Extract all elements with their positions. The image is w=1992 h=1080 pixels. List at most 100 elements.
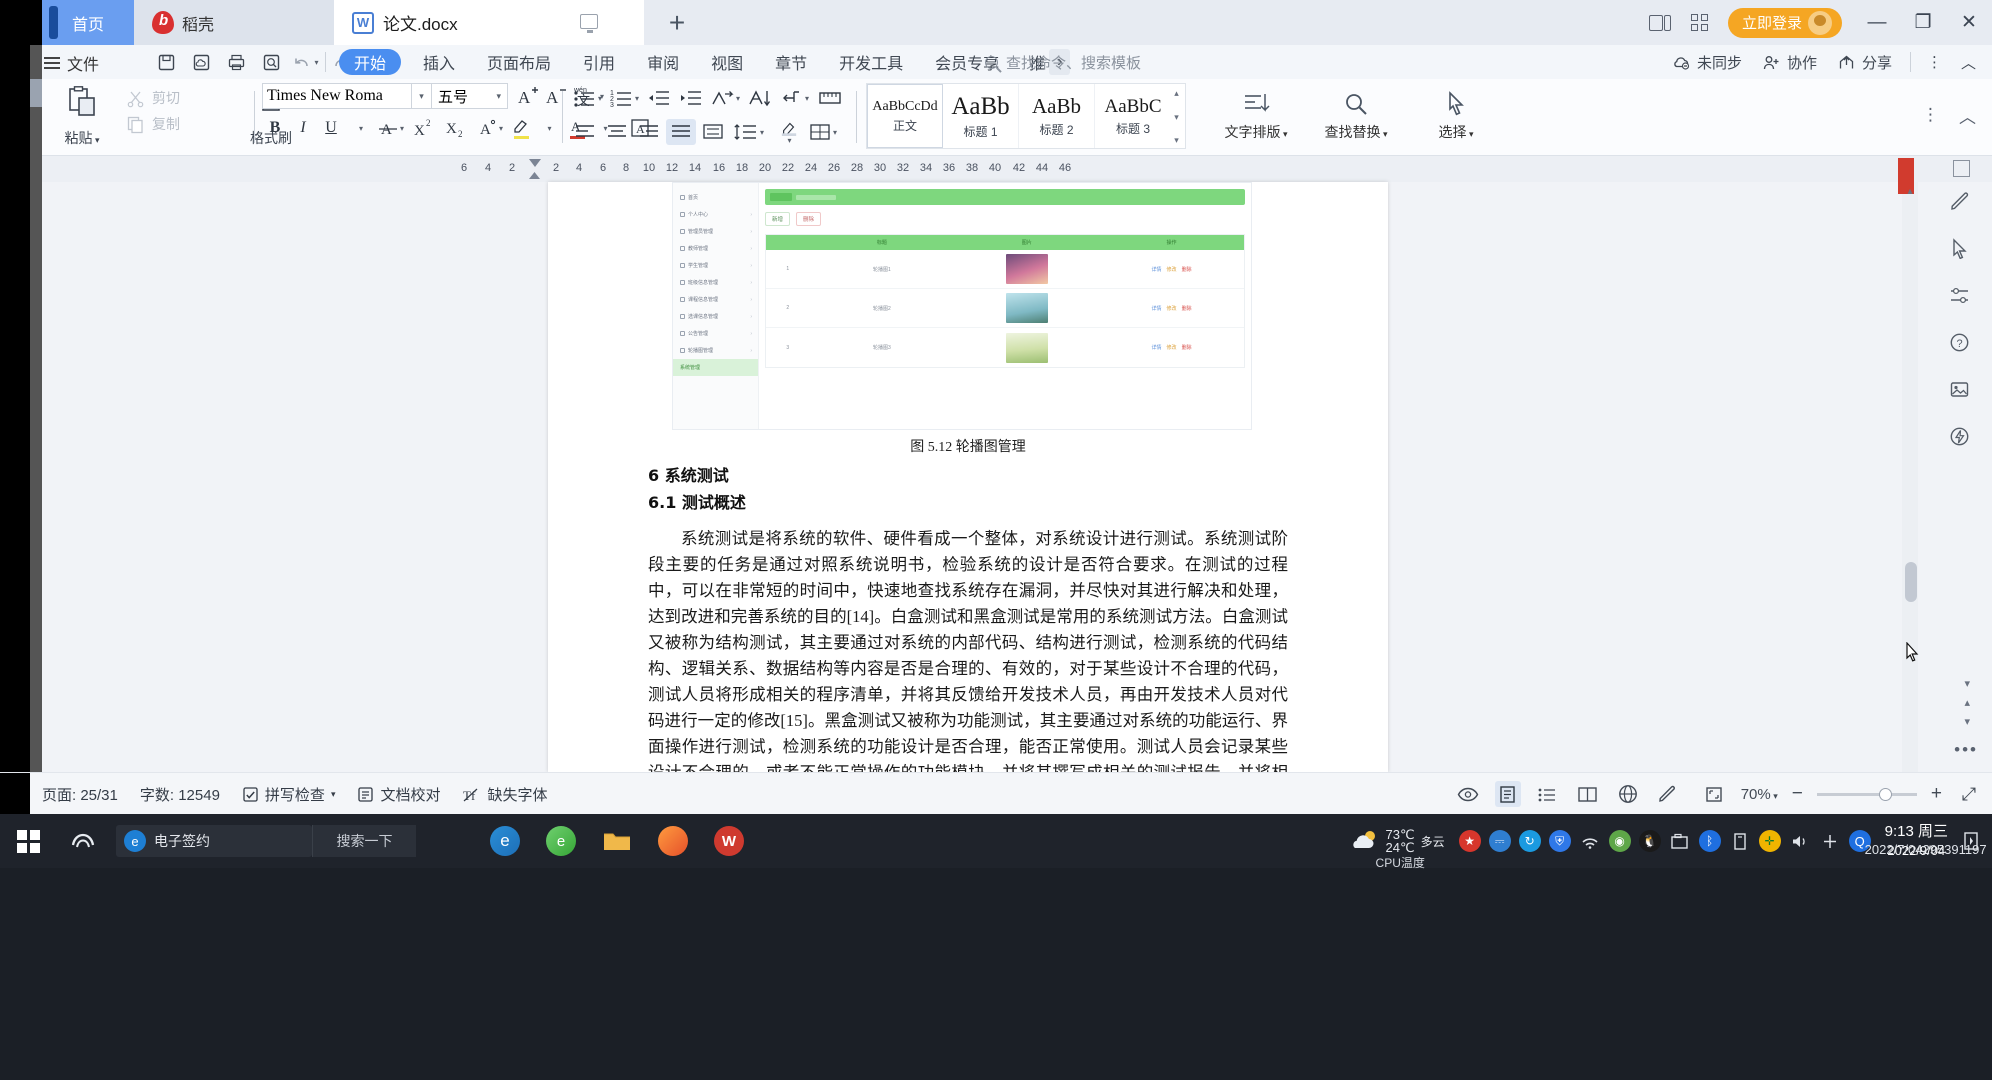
bluetooth-icon[interactable]: ᛒ xyxy=(1695,814,1725,868)
font-size-input[interactable]: 五号 ▾ xyxy=(432,83,508,109)
left-indent-marker[interactable] xyxy=(529,172,540,179)
font-family-input[interactable]: Times New Roma xyxy=(262,83,412,109)
weather-widget[interactable]: 73℃ 24℃ 多云 CPU温度 xyxy=(1350,828,1445,870)
decrease-indent-button[interactable] xyxy=(644,85,674,111)
font-size-dropdown[interactable]: ▾ xyxy=(496,91,501,102)
window-scrollbar-ruler[interactable] xyxy=(30,156,42,182)
app-grid-icon[interactable] xyxy=(1680,0,1720,45)
taskbar-clock[interactable]: 9:13 周三 2022/9/04 2022/7/04295391197 xyxy=(1865,822,1987,860)
grow-font-button[interactable]: A xyxy=(514,83,542,109)
document-page[interactable]: 首页 个人中心 › 管理员管理 › 教师管理 › 学生管理 › 班级信息管理 › 课程信息… xyxy=(548,182,1388,772)
paste-button[interactable]: 粘贴 ▾ xyxy=(54,85,110,148)
text-layout-button[interactable]: 文字排版 ▾ xyxy=(1208,83,1304,149)
ruler-toggle-button[interactable] xyxy=(814,85,846,111)
italic-button[interactable]: I xyxy=(290,115,316,141)
compare-icon[interactable] xyxy=(1942,282,1976,308)
styles-scroll-up[interactable]: ▴ xyxy=(1174,88,1179,99)
more-dots-icon[interactable]: ••• xyxy=(1954,740,1978,760)
screen-split-icon[interactable] xyxy=(1640,0,1680,45)
zoom-level[interactable]: 70% ▾ xyxy=(1741,786,1778,803)
usb-drive-icon[interactable] xyxy=(1725,814,1755,868)
print-preview-icon[interactable] xyxy=(255,48,287,76)
screenshot-icon[interactable] xyxy=(1665,814,1695,868)
ribbon-overflow-kebab[interactable]: ⋮ xyxy=(1922,105,1940,125)
style-item-heading1[interactable]: AaBb 标题 1 xyxy=(943,84,1019,148)
fullscreen-button[interactable]: ⤢ xyxy=(1956,781,1982,807)
new-tab-button[interactable]: + xyxy=(660,6,694,40)
print-layout-icon[interactable] xyxy=(1494,781,1521,807)
edge-browser-taskbar-icon[interactable]: e xyxy=(478,814,532,868)
firefox-icon[interactable] xyxy=(646,814,700,868)
file-explorer-icon[interactable] xyxy=(590,814,644,868)
ribbon-collapse-chevron[interactable]: ︿ xyxy=(1959,103,1976,128)
zoom-slider-knob[interactable] xyxy=(1878,787,1892,801)
ime-icon[interactable] xyxy=(1815,814,1845,868)
image-icon[interactable] xyxy=(1942,376,1976,402)
tab-daoke[interactable]: 稻壳 xyxy=(134,0,334,45)
tab-review[interactable]: 审阅 xyxy=(631,45,695,79)
collaborate-button[interactable]: 协作 xyxy=(1754,52,1825,73)
zoom-in-button[interactable]: + xyxy=(1931,783,1942,805)
usb-icon[interactable]: ⎓ xyxy=(1485,814,1515,868)
align-left-button[interactable] xyxy=(570,119,600,145)
borders-button[interactable]: ▾ xyxy=(805,119,840,145)
tab-start[interactable]: 开始 xyxy=(339,49,402,75)
share-button[interactable]: 分享 xyxy=(1829,52,1900,73)
cut-button[interactable]: 剪切 xyxy=(126,85,180,111)
lightning-icon[interactable] xyxy=(1942,423,1976,449)
sort-button[interactable] xyxy=(745,85,775,111)
align-distribute-button[interactable] xyxy=(698,119,728,145)
window-scrollbar-top[interactable] xyxy=(30,45,42,79)
align-center-button[interactable] xyxy=(602,119,632,145)
tab-home[interactable]: 首页 xyxy=(42,0,134,45)
numbered-list-button[interactable]: 123 ▾ xyxy=(607,85,642,111)
edit-pen-icon[interactable] xyxy=(1655,781,1681,807)
cursor-select-icon[interactable] xyxy=(1942,235,1976,261)
tab-document[interactable]: W 论文.docx xyxy=(334,0,644,45)
tab-references[interactable]: 引用 xyxy=(567,45,631,79)
wifi-icon[interactable] xyxy=(1575,814,1605,868)
qq-penguin-icon[interactable]: 🐧 xyxy=(1635,814,1665,868)
help-icon[interactable]: ? xyxy=(1942,329,1976,355)
styles-scroll-down[interactable]: ▾ xyxy=(1174,112,1179,123)
page-indicator[interactable]: 页面: 25/31 xyxy=(42,784,118,805)
align-justify-button[interactable] xyxy=(666,119,696,145)
wps-cloud-taskbar-icon[interactable] xyxy=(56,814,110,868)
nav-select-browse[interactable]: ▾ xyxy=(1964,715,1970,728)
show-marks-button[interactable]: ▾ xyxy=(777,85,812,111)
page-nav-buttons[interactable]: ▾ ▴ ▾ xyxy=(1964,677,1970,728)
tab-page-layout[interactable]: 页面布局 xyxy=(471,45,567,79)
style-item-body[interactable]: AaBbCcDd 正文 xyxy=(867,84,943,148)
update-icon[interactable]: ↻ xyxy=(1515,814,1545,868)
security-icon[interactable]: ✛ xyxy=(1755,814,1785,868)
style-item-heading2[interactable]: AaBb 标题 2 xyxy=(1019,84,1095,148)
window-scrollbar-left[interactable] xyxy=(30,182,42,772)
document-scrollbar-thumb[interactable] xyxy=(1905,562,1917,602)
nav-next-page[interactable]: ▴ xyxy=(1964,696,1970,709)
styles-gallery-scroll[interactable]: ▴ ▾ ▾ xyxy=(1170,88,1183,146)
smart-typography-button[interactable]: ▾ xyxy=(708,85,743,111)
line-spacing-button[interactable]: ▾ xyxy=(730,119,767,145)
scroll-up-button[interactable]: ▴ xyxy=(1900,182,1920,200)
ninja-icon[interactable]: ★ xyxy=(1455,814,1485,868)
shield-icon[interactable]: ⛨ xyxy=(1545,814,1575,868)
first-line-indent-marker[interactable] xyxy=(529,159,541,167)
tab-insert[interactable]: 插入 xyxy=(407,45,471,79)
ie-browser-taskbar-icon[interactable]: e xyxy=(534,814,588,868)
strikethrough-button[interactable]: A ▾ xyxy=(374,115,407,141)
horizontal-ruler[interactable]: 6 4 2 2 4 6 8 10 12 14 16 18 20 22 24 26… xyxy=(42,156,1900,182)
align-right-button[interactable] xyxy=(634,119,664,145)
superscript-button[interactable]: X2 xyxy=(409,115,439,141)
pen-icon[interactable] xyxy=(1942,188,1976,214)
save-icon[interactable] xyxy=(150,48,182,76)
nav-prev-page[interactable]: ▾ xyxy=(1964,677,1970,690)
bold-button[interactable]: B xyxy=(262,115,288,141)
ribbon-collapse-button[interactable]: ︿ xyxy=(1953,52,1984,73)
command-search[interactable]: 查找命令、搜索模板 xyxy=(985,45,1141,79)
missing-font-button[interactable]: Tf 缺失字体 xyxy=(462,784,547,805)
underline-dropdown[interactable]: ▾ xyxy=(346,115,372,141)
taskbar-search-button[interactable]: 搜索一下 xyxy=(312,825,416,857)
maximize-button[interactable]: ❐ xyxy=(1900,0,1946,45)
outline-view-icon[interactable] xyxy=(1535,781,1561,807)
windows-start-icon[interactable] xyxy=(0,814,56,868)
